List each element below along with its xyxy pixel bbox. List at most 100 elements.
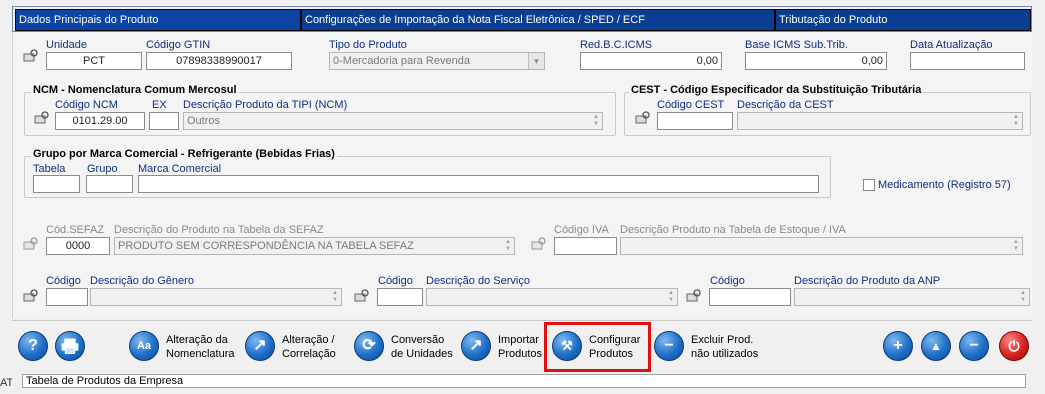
excluir-produtos-button[interactable]: −: [654, 331, 684, 361]
label-line: Produtos: [498, 348, 543, 360]
alteracao-correlacao-button[interactable]: ↗: [245, 331, 275, 361]
help-button[interactable]: ?: [18, 331, 48, 361]
help-icon: ?: [28, 337, 38, 354]
marca-comercial-label: Marca Comercial: [138, 163, 222, 175]
desc-iva-label: Descrição Produto na Tabela de Estoque /…: [620, 224, 846, 236]
tabela-input[interactable]: [33, 175, 80, 193]
desc-genero-field: ▲ ▼: [90, 288, 342, 306]
servico-lookup-icon[interactable]: [354, 289, 370, 303]
font-aa-icon: Aa: [136, 340, 152, 352]
refresh-icon: ⟳: [362, 337, 376, 354]
desc-anp-field: ▲ ▼: [794, 288, 1030, 306]
codigo-cest-input[interactable]: [657, 112, 733, 130]
codigo-ncm-input[interactable]: 0101.29.00: [55, 112, 145, 130]
label-line: Nomenclatura: [166, 348, 235, 360]
importar-produtos-label[interactable]: Importar Produtos: [498, 333, 542, 361]
alteracao-nomenclatura-button[interactable]: Aa: [129, 331, 159, 361]
label-line: Correlação: [282, 348, 336, 360]
conversao-unidades-button[interactable]: ⟳: [354, 331, 384, 361]
unidade-input[interactable]: PCT: [46, 52, 142, 70]
sefaz-lookup-icon[interactable]: [23, 237, 39, 251]
tab-bar: Dados Principais do Produto Configuraçõe…: [12, 6, 1032, 32]
scroll-arrows-icon[interactable]: ▲ ▼: [591, 114, 601, 128]
alteracao-nomenclatura-label[interactable]: Alteração da Nomenclatura: [166, 333, 234, 361]
status-bar: Tabela de Produtos da Empresa: [12, 372, 1032, 390]
tab-dados-principais[interactable]: Dados Principais do Produto: [15, 9, 301, 31]
codigo-servico-label: Código: [378, 275, 413, 287]
excluir-produtos-label[interactable]: Excluir Prod. não utilizados: [691, 333, 758, 361]
tipo-produto-value: 0-Mercadoria para Revenda: [333, 55, 470, 67]
codigo-genero-input[interactable]: [46, 288, 88, 306]
scroll-arrows-icon[interactable]: ▲ ▼: [503, 239, 513, 253]
add-button[interactable]: +: [883, 331, 913, 361]
base-icms-input[interactable]: 0,00: [745, 52, 887, 70]
genero-lookup-icon[interactable]: [23, 289, 39, 303]
iva-lookup-icon[interactable]: [531, 237, 547, 251]
label-line: Excluir Prod.: [691, 334, 754, 346]
alteracao-correlacao-label[interactable]: Alteração / Correlação: [282, 333, 336, 361]
importar-produtos-button[interactable]: ↗: [461, 331, 491, 361]
scroll-arrows-icon[interactable]: ▲ ▼: [1011, 239, 1021, 253]
grupo-input[interactable]: [86, 175, 133, 193]
codigo-genero-label: Código: [46, 275, 81, 287]
link-arrow-icon: ↗: [253, 337, 267, 354]
medicamento-label: Medicamento (Registro 57): [878, 179, 1011, 191]
scroll-arrows-icon[interactable]: ▲ ▼: [666, 290, 676, 304]
up-button[interactable]: ▲: [921, 331, 951, 361]
tab-config-importacao[interactable]: Configurações de Importação da Nota Fisc…: [301, 9, 775, 31]
ncm-title: NCM - Nomenclatura Comum Mercosul: [31, 84, 239, 96]
marca-comercial-input[interactable]: [138, 175, 819, 193]
gtin-label: Código GTIN: [146, 39, 211, 51]
data-atualizacao-label: Data Atualização: [910, 39, 993, 51]
desc-anp-label: Descrição do Produto da ANP: [794, 275, 941, 287]
tab-tributacao[interactable]: Tributação do Produto: [775, 9, 1031, 31]
minus-icon: −: [664, 337, 674, 354]
remove-button[interactable]: −: [959, 331, 989, 361]
red-bc-input[interactable]: 0,00: [580, 52, 722, 70]
codigo-anp-label: Código: [710, 275, 745, 287]
label-line: Importar: [498, 334, 539, 346]
data-atualizacao-input[interactable]: [910, 52, 1025, 70]
codigo-servico-input[interactable]: [377, 288, 423, 306]
exit-button[interactable]: ⏻: [999, 331, 1029, 361]
codigo-anp-input[interactable]: [709, 288, 791, 306]
desc-tipi-label: Descrição Produto da TIPI (NCM): [183, 99, 348, 111]
lookup-icon[interactable]: [23, 49, 39, 63]
scroll-arrows-icon[interactable]: ▲ ▼: [330, 290, 340, 304]
ex-input[interactable]: [149, 112, 179, 130]
arrow-up-icon: ▲: [930, 339, 942, 353]
unidade-label: Unidade: [46, 39, 87, 51]
desc-cest-field: ▲ ▼: [737, 112, 1023, 130]
desc-servico-label: Descrição do Serviço: [426, 275, 530, 287]
label-line: de Unidades: [391, 348, 453, 360]
print-button[interactable]: [55, 331, 85, 361]
tipo-produto-label: Tipo do Produto: [329, 39, 407, 51]
desc-sefaz-field: PRODUTO SEM CORRESPONDÊNCIA NA TABELA SE…: [114, 237, 515, 255]
cest-lookup-icon[interactable]: [635, 111, 651, 125]
marca-title: Grupo por Marca Comercial - Refrigerante…: [31, 148, 337, 160]
status-text: Tabela de Produtos da Empresa: [22, 374, 1026, 388]
desc-sefaz-value: PRODUTO SEM CORRESPONDÊNCIA NA TABELA SE…: [118, 240, 414, 252]
desc-cest-label: Descrição da CEST: [737, 99, 834, 111]
gtin-input[interactable]: 07898338990017: [146, 52, 292, 70]
label-line: Alteração da: [166, 334, 228, 346]
scroll-arrows-icon[interactable]: ▲ ▼: [1018, 290, 1028, 304]
label-line: não utilizados: [691, 348, 759, 360]
codigo-iva-label: Código IVA: [554, 224, 609, 236]
tabela-label: Tabela: [33, 163, 66, 175]
codigo-iva-input[interactable]: [554, 237, 617, 255]
red-bc-label: Red.B.C.ICMS: [580, 39, 653, 51]
desc-genero-label: Descrição do Gênero: [90, 275, 194, 287]
grupo-label: Grupo: [87, 163, 118, 175]
cod-sefaz-input[interactable]: 0000: [46, 237, 110, 255]
ex-label: EX: [152, 99, 167, 111]
desc-iva-field: ▲ ▼: [620, 237, 1023, 255]
ncm-lookup-icon[interactable]: [34, 111, 50, 125]
scroll-arrows-icon[interactable]: ▲ ▼: [1011, 114, 1021, 128]
anp-lookup-icon[interactable]: [686, 289, 702, 303]
tipo-produto-select[interactable]: 0-Mercadoria para Revenda ▾: [329, 52, 545, 70]
medicamento-checkbox[interactable]: [863, 179, 875, 191]
chevron-down-icon[interactable]: ▾: [528, 53, 544, 69]
label-line: Alteração /: [282, 334, 335, 346]
conversao-unidades-label[interactable]: Conversão de Unidades: [391, 333, 453, 361]
